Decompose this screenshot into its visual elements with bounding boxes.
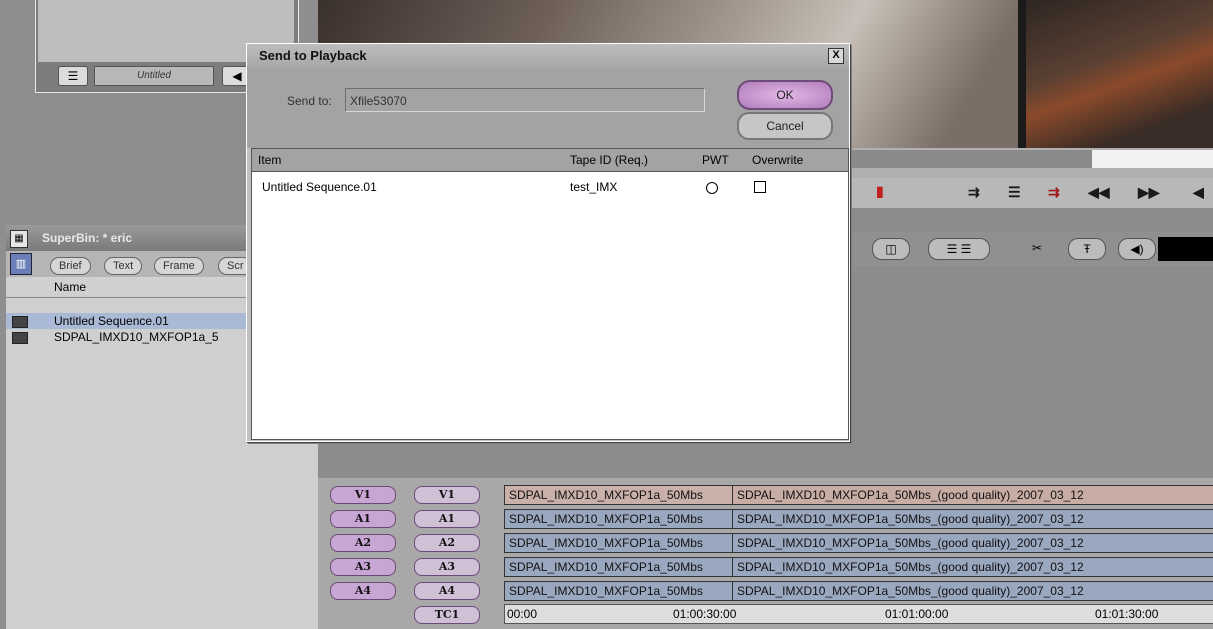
position-bar[interactable]: [848, 148, 1213, 178]
black-indicator: [1158, 237, 1213, 261]
lift-extract-icon[interactable]: ☰ ☰: [928, 238, 990, 260]
send-to-playback-dialog: Send to Playback X Send to: Xfile53070 O…: [246, 43, 850, 442]
source-track-a1[interactable]: A1: [330, 510, 396, 528]
close-icon[interactable]: X: [828, 48, 844, 64]
source-monitor-bar: ☰ Untitled ◀ ◎: [58, 66, 278, 88]
tape-id-column-header[interactable]: Tape ID (Req.): [570, 149, 648, 171]
record-track-v1[interactable]: V1: [414, 486, 480, 504]
tape-id-cell[interactable]: test_IMX: [570, 177, 617, 197]
position-ruler-highlight: [1092, 150, 1213, 168]
table-header: Item Tape ID (Req.) PWT Overwrite: [252, 149, 848, 172]
timeline-clip[interactable]: SDPAL_IMXD10_MXFOP1a_50Mbs_(good quality…: [732, 557, 1213, 577]
tab-frame[interactable]: Frame: [154, 257, 204, 275]
record-track-a4[interactable]: A4: [414, 582, 480, 600]
splice-in-icon[interactable]: ⇉: [968, 184, 980, 201]
record-video-frame: [1026, 0, 1213, 148]
trim-icon[interactable]: ◫: [872, 238, 910, 260]
record-track-a1[interactable]: A1: [414, 510, 480, 528]
overwrite-checkbox[interactable]: [754, 181, 766, 193]
tab-brief[interactable]: Brief: [50, 257, 91, 275]
pwt-column-header[interactable]: PWT: [702, 149, 729, 171]
mark-indicator-icon: ▮: [876, 183, 884, 199]
record-track-a2[interactable]: A2: [414, 534, 480, 552]
cancel-button[interactable]: Cancel: [737, 112, 833, 140]
timeline-clip[interactable]: SDPAL_IMXD10_MXFOP1a_50Mbs: [504, 485, 736, 505]
timecode-label: 01:00:30:00: [673, 607, 737, 621]
rewind-icon[interactable]: ◀◀: [1088, 184, 1110, 201]
timecode-label: 01:01:30:00: [1095, 607, 1159, 621]
timecode-label: 01:01:00:00: [885, 607, 949, 621]
cut-icon[interactable]: ✂: [1024, 238, 1050, 258]
bin-item-label: SDPAL_IMXD10_MXFOP1a_5: [54, 330, 219, 344]
playback-items-table: Item Tape ID (Req.) PWT Overwrite Untitl…: [251, 148, 849, 440]
record-track-a3[interactable]: A3: [414, 558, 480, 576]
ok-button[interactable]: OK: [737, 80, 833, 110]
send-to-label: Send to:: [287, 94, 332, 108]
pwt-radio[interactable]: [706, 182, 718, 194]
bin-item-label: Untitled Sequence.01: [54, 314, 169, 328]
untitled-field[interactable]: Untitled: [94, 66, 214, 86]
source-track-a2[interactable]: A2: [330, 534, 396, 552]
timecode-label: 00:00: [507, 607, 538, 621]
overwrite-column-header[interactable]: Overwrite: [752, 149, 803, 171]
timeline-clip[interactable]: SDPAL_IMXD10_MXFOP1a_50Mbs_(good quality…: [732, 581, 1213, 601]
source-track-v1[interactable]: V1: [330, 486, 396, 504]
clip-icon: [12, 332, 28, 344]
timeline-clip[interactable]: SDPAL_IMXD10_MXFOP1a_50Mbs: [504, 557, 736, 577]
source-track-a3[interactable]: A3: [330, 558, 396, 576]
item-column-header[interactable]: Item: [258, 149, 281, 171]
overwrite-icon[interactable]: ⇉: [1048, 184, 1060, 201]
timeline: V1 V1 SDPAL_IMXD10_MXFOP1a_50Mbs SDPAL_I…: [318, 478, 1213, 629]
bin-icon: ▦: [10, 230, 28, 248]
segment-icon[interactable]: Ŧ: [1068, 238, 1106, 260]
play-reverse-icon[interactable]: ◀: [1193, 184, 1204, 201]
sequence-icon: [12, 316, 28, 328]
timeline-clip[interactable]: SDPAL_IMXD10_MXFOP1a_50Mbs: [504, 581, 736, 601]
source-track-a4[interactable]: A4: [330, 582, 396, 600]
table-row[interactable]: Untitled Sequence.01 test_IMX: [252, 177, 848, 197]
bin-frame-icon[interactable]: ▥: [10, 253, 32, 275]
dialog-controls: Send to: Xfile53070 OK Cancel: [247, 68, 849, 148]
timecode-ruler[interactable]: 00:00 01:00:30:00 01:01:00:00 01:01:30:0…: [504, 604, 1213, 624]
superbin-title: SuperBin: * eric: [42, 231, 133, 245]
timeline-clip[interactable]: SDPAL_IMXD10_MXFOP1a_50Mbs_(good quality…: [732, 533, 1213, 553]
fast-forward-icon[interactable]: ▶▶: [1138, 184, 1160, 201]
item-cell: Untitled Sequence.01: [262, 180, 377, 194]
monitor-divider: [1018, 0, 1026, 148]
transport-controls: ▮ ⇉ ☰ ⇉ ◀◀ ▶▶ ◀: [848, 178, 1213, 208]
audio-icon[interactable]: ◀): [1118, 238, 1156, 260]
tc-track[interactable]: TC1: [414, 606, 480, 624]
name-column-label: Name: [54, 280, 87, 294]
timeline-clip[interactable]: SDPAL_IMXD10_MXFOP1a_50Mbs: [504, 533, 736, 553]
timeline-toolbar: ◫ ☰ ☰ ✂ Ŧ ◀): [848, 232, 1213, 266]
dialog-titlebar[interactable]: Send to Playback X: [247, 44, 849, 68]
send-to-field[interactable]: Xfile53070: [345, 88, 705, 112]
timeline-clip[interactable]: SDPAL_IMXD10_MXFOP1a_50Mbs_(good quality…: [732, 485, 1213, 505]
timeline-clip[interactable]: SDPAL_IMXD10_MXFOP1a_50Mbs_(good quality…: [732, 509, 1213, 529]
dialog-title: Send to Playback: [259, 48, 367, 63]
menu-icon[interactable]: ☰: [1008, 184, 1021, 201]
menu-icon[interactable]: ☰: [58, 66, 88, 86]
tab-text[interactable]: Text: [104, 257, 143, 275]
timeline-clip[interactable]: SDPAL_IMXD10_MXFOP1a_50Mbs: [504, 509, 736, 529]
